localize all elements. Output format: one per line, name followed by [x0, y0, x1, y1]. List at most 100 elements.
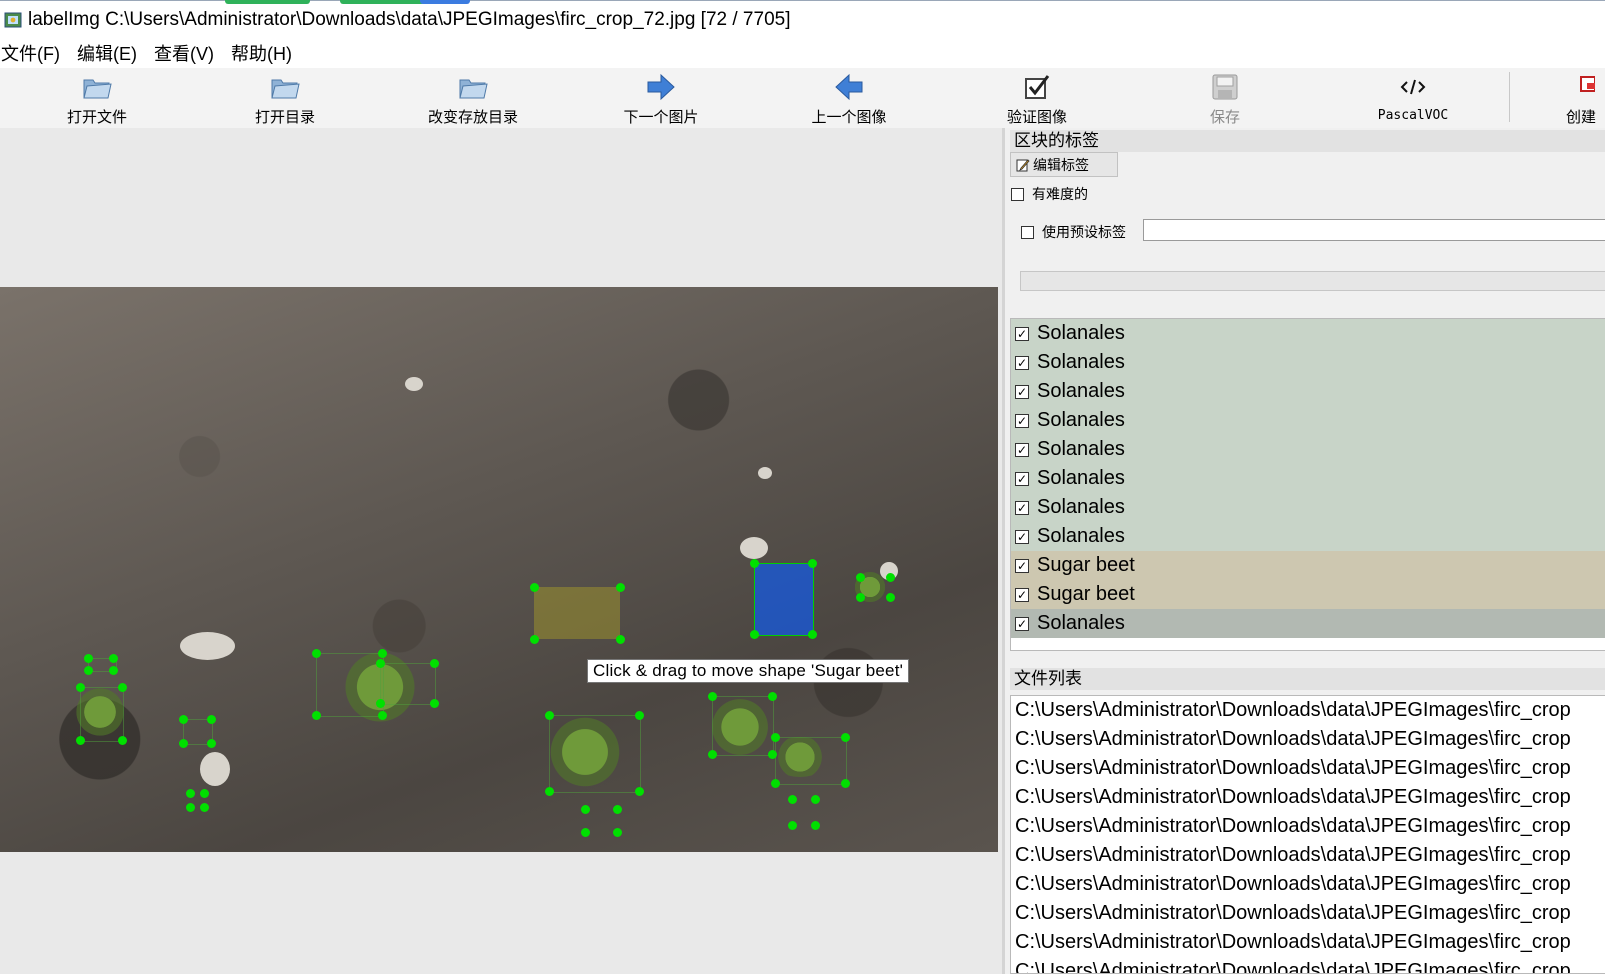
shape-vertex-handle[interactable]: [200, 803, 209, 812]
create-box-button[interactable]: 创建: [1541, 68, 1605, 128]
file-list-item[interactable]: C:\Users\Administrator\Downloads\data\JP…: [1011, 928, 1605, 957]
shape-solanales[interactable]: [712, 696, 774, 756]
shape-vertex-handle[interactable]: [768, 692, 777, 701]
difficult-checkbox-box[interactable]: [1011, 187, 1024, 201]
file-list-item[interactable]: C:\Users\Administrator\Downloads\data\JP…: [1011, 812, 1605, 841]
shape-vertex-handle[interactable]: [808, 559, 817, 568]
shape-vertex-handle[interactable]: [635, 787, 644, 796]
shape-vertex-handle[interactable]: [186, 803, 195, 812]
label-visibility-checkbox[interactable]: ✓: [1015, 442, 1029, 457]
edit-label-button[interactable]: 编辑标签: [1010, 152, 1118, 177]
annotated-image[interactable]: [0, 287, 998, 852]
label-list[interactable]: ✓ Solanales ✓ Solanales ✓ Solanales ✓ Solanales…: [1010, 318, 1605, 651]
file-list-item[interactable]: C:\Users\Administrator\Downloads\data\JP…: [1011, 957, 1605, 973]
label-list-item[interactable]: ✓ Solanales: [1011, 435, 1605, 464]
shape-vertex-handle[interactable]: [613, 805, 622, 814]
shape-vertex-handle[interactable]: [84, 654, 93, 663]
menu-view[interactable]: 查看(V): [153, 40, 222, 66]
file-list[interactable]: C:\Users\Administrator\Downloads\data\JP…: [1010, 695, 1605, 974]
shape-vertex-handle[interactable]: [811, 821, 820, 830]
shape-vertex-handle[interactable]: [118, 683, 127, 692]
shape-vertex-handle[interactable]: [635, 711, 644, 720]
shape-solanales[interactable]: [316, 653, 384, 717]
shape-vertex-handle[interactable]: [856, 573, 865, 582]
label-list-item[interactable]: ✓ Solanales: [1011, 377, 1605, 406]
shape-vertex-handle[interactable]: [109, 654, 118, 663]
shape-vertex-handle[interactable]: [109, 666, 118, 675]
default-label-input[interactable]: [1143, 219, 1605, 241]
shape-vertex-handle[interactable]: [788, 795, 797, 804]
label-list-item[interactable]: ✓ Sugar beet: [1011, 551, 1605, 580]
shape-solanales[interactable]: [549, 715, 641, 793]
shape-vertex-handle[interactable]: [841, 779, 850, 788]
open-dir-button[interactable]: 打开目录: [225, 68, 345, 128]
shape-vertex-handle[interactable]: [312, 711, 321, 720]
file-list-item[interactable]: C:\Users\Administrator\Downloads\data\JP…: [1011, 725, 1605, 754]
file-list-item[interactable]: C:\Users\Administrator\Downloads\data\JP…: [1011, 783, 1605, 812]
shape-vertex-handle[interactable]: [207, 715, 216, 724]
difficult-checkbox[interactable]: 有难度的: [1011, 184, 1088, 204]
label-visibility-checkbox[interactable]: ✓: [1015, 326, 1029, 341]
shape-vertex-handle[interactable]: [750, 630, 759, 639]
shape-vertex-handle[interactable]: [616, 583, 625, 592]
shape-vertex-handle[interactable]: [378, 649, 387, 658]
shape-vertex-handle[interactable]: [207, 739, 216, 748]
shape-vertex-handle[interactable]: [378, 711, 387, 720]
shape-sugar-beet-selected[interactable]: [754, 563, 814, 636]
label-visibility-checkbox[interactable]: ✓: [1015, 500, 1029, 515]
label-list-item[interactable]: ✓ Solanales: [1011, 493, 1605, 522]
label-visibility-checkbox[interactable]: ✓: [1015, 413, 1029, 428]
menu-edit[interactable]: 编辑(E): [76, 40, 145, 66]
shape-vertex-handle[interactable]: [886, 593, 895, 602]
shape-sugar-beet[interactable]: [534, 587, 620, 639]
shape-vertex-handle[interactable]: [376, 659, 385, 668]
shape-vertex-handle[interactable]: [750, 559, 759, 568]
shape-vertex-handle[interactable]: [856, 593, 865, 602]
verify-image-button[interactable]: 验证图像: [977, 68, 1097, 128]
shape-vertex-handle[interactable]: [771, 733, 780, 742]
label-visibility-checkbox[interactable]: ✓: [1015, 355, 1029, 370]
shape-vertex-handle[interactable]: [708, 750, 717, 759]
shape-solanales[interactable]: [775, 737, 847, 785]
shape-vertex-handle[interactable]: [76, 736, 85, 745]
shape-vertex-handle[interactable]: [708, 692, 717, 701]
format-toggle-button[interactable]: PascalVOC: [1353, 68, 1473, 128]
file-list-item[interactable]: C:\Users\Administrator\Downloads\data\JP…: [1011, 754, 1605, 783]
menu-help[interactable]: 帮助(H): [230, 40, 300, 66]
label-list-item[interactable]: ✓ Solanales: [1011, 406, 1605, 435]
shape-vertex-handle[interactable]: [616, 635, 625, 644]
use-default-label-checkbox-box[interactable]: [1021, 225, 1034, 239]
shape-vertex-handle[interactable]: [808, 630, 817, 639]
label-list-item[interactable]: ✓ Solanales: [1011, 609, 1605, 638]
file-list-item[interactable]: C:\Users\Administrator\Downloads\data\JP…: [1011, 899, 1605, 928]
shape-vertex-handle[interactable]: [788, 821, 797, 830]
shape-vertex-handle[interactable]: [841, 733, 850, 742]
shape-vertex-handle[interactable]: [530, 583, 539, 592]
shape-vertex-handle[interactable]: [886, 573, 895, 582]
label-visibility-checkbox[interactable]: ✓: [1015, 587, 1029, 602]
shape-vertex-handle[interactable]: [545, 787, 554, 796]
file-list-item[interactable]: C:\Users\Administrator\Downloads\data\JP…: [1011, 696, 1605, 725]
shape-vertex-handle[interactable]: [768, 750, 777, 759]
shape-solanales[interactable]: [80, 687, 124, 742]
next-image-button[interactable]: 下一个图片: [601, 68, 721, 128]
save-button[interactable]: 保存: [1165, 68, 1285, 128]
use-default-label-checkbox[interactable]: 使用预设标签: [1021, 222, 1126, 242]
shape-solanales[interactable]: [380, 663, 436, 705]
shape-vertex-handle[interactable]: [430, 699, 439, 708]
shape-vertex-handle[interactable]: [200, 789, 209, 798]
label-visibility-checkbox[interactable]: ✓: [1015, 616, 1029, 631]
shape-vertex-handle[interactable]: [179, 739, 188, 748]
label-visibility-checkbox[interactable]: ✓: [1015, 471, 1029, 486]
shape-vertex-handle[interactable]: [771, 779, 780, 788]
shape-vertex-handle[interactable]: [581, 805, 590, 814]
prev-image-button[interactable]: 上一个图像: [789, 68, 909, 128]
shape-vertex-handle[interactable]: [76, 683, 85, 692]
label-visibility-checkbox[interactable]: ✓: [1015, 558, 1029, 573]
shape-vertex-handle[interactable]: [186, 789, 195, 798]
change-save-dir-button[interactable]: 改变存放目录: [413, 68, 533, 128]
shape-vertex-handle[interactable]: [84, 666, 93, 675]
label-list-item[interactable]: ✓ Solanales: [1011, 319, 1605, 348]
label-list-item[interactable]: ✓ Sugar beet: [1011, 580, 1605, 609]
label-filter-combo[interactable]: [1020, 271, 1605, 291]
